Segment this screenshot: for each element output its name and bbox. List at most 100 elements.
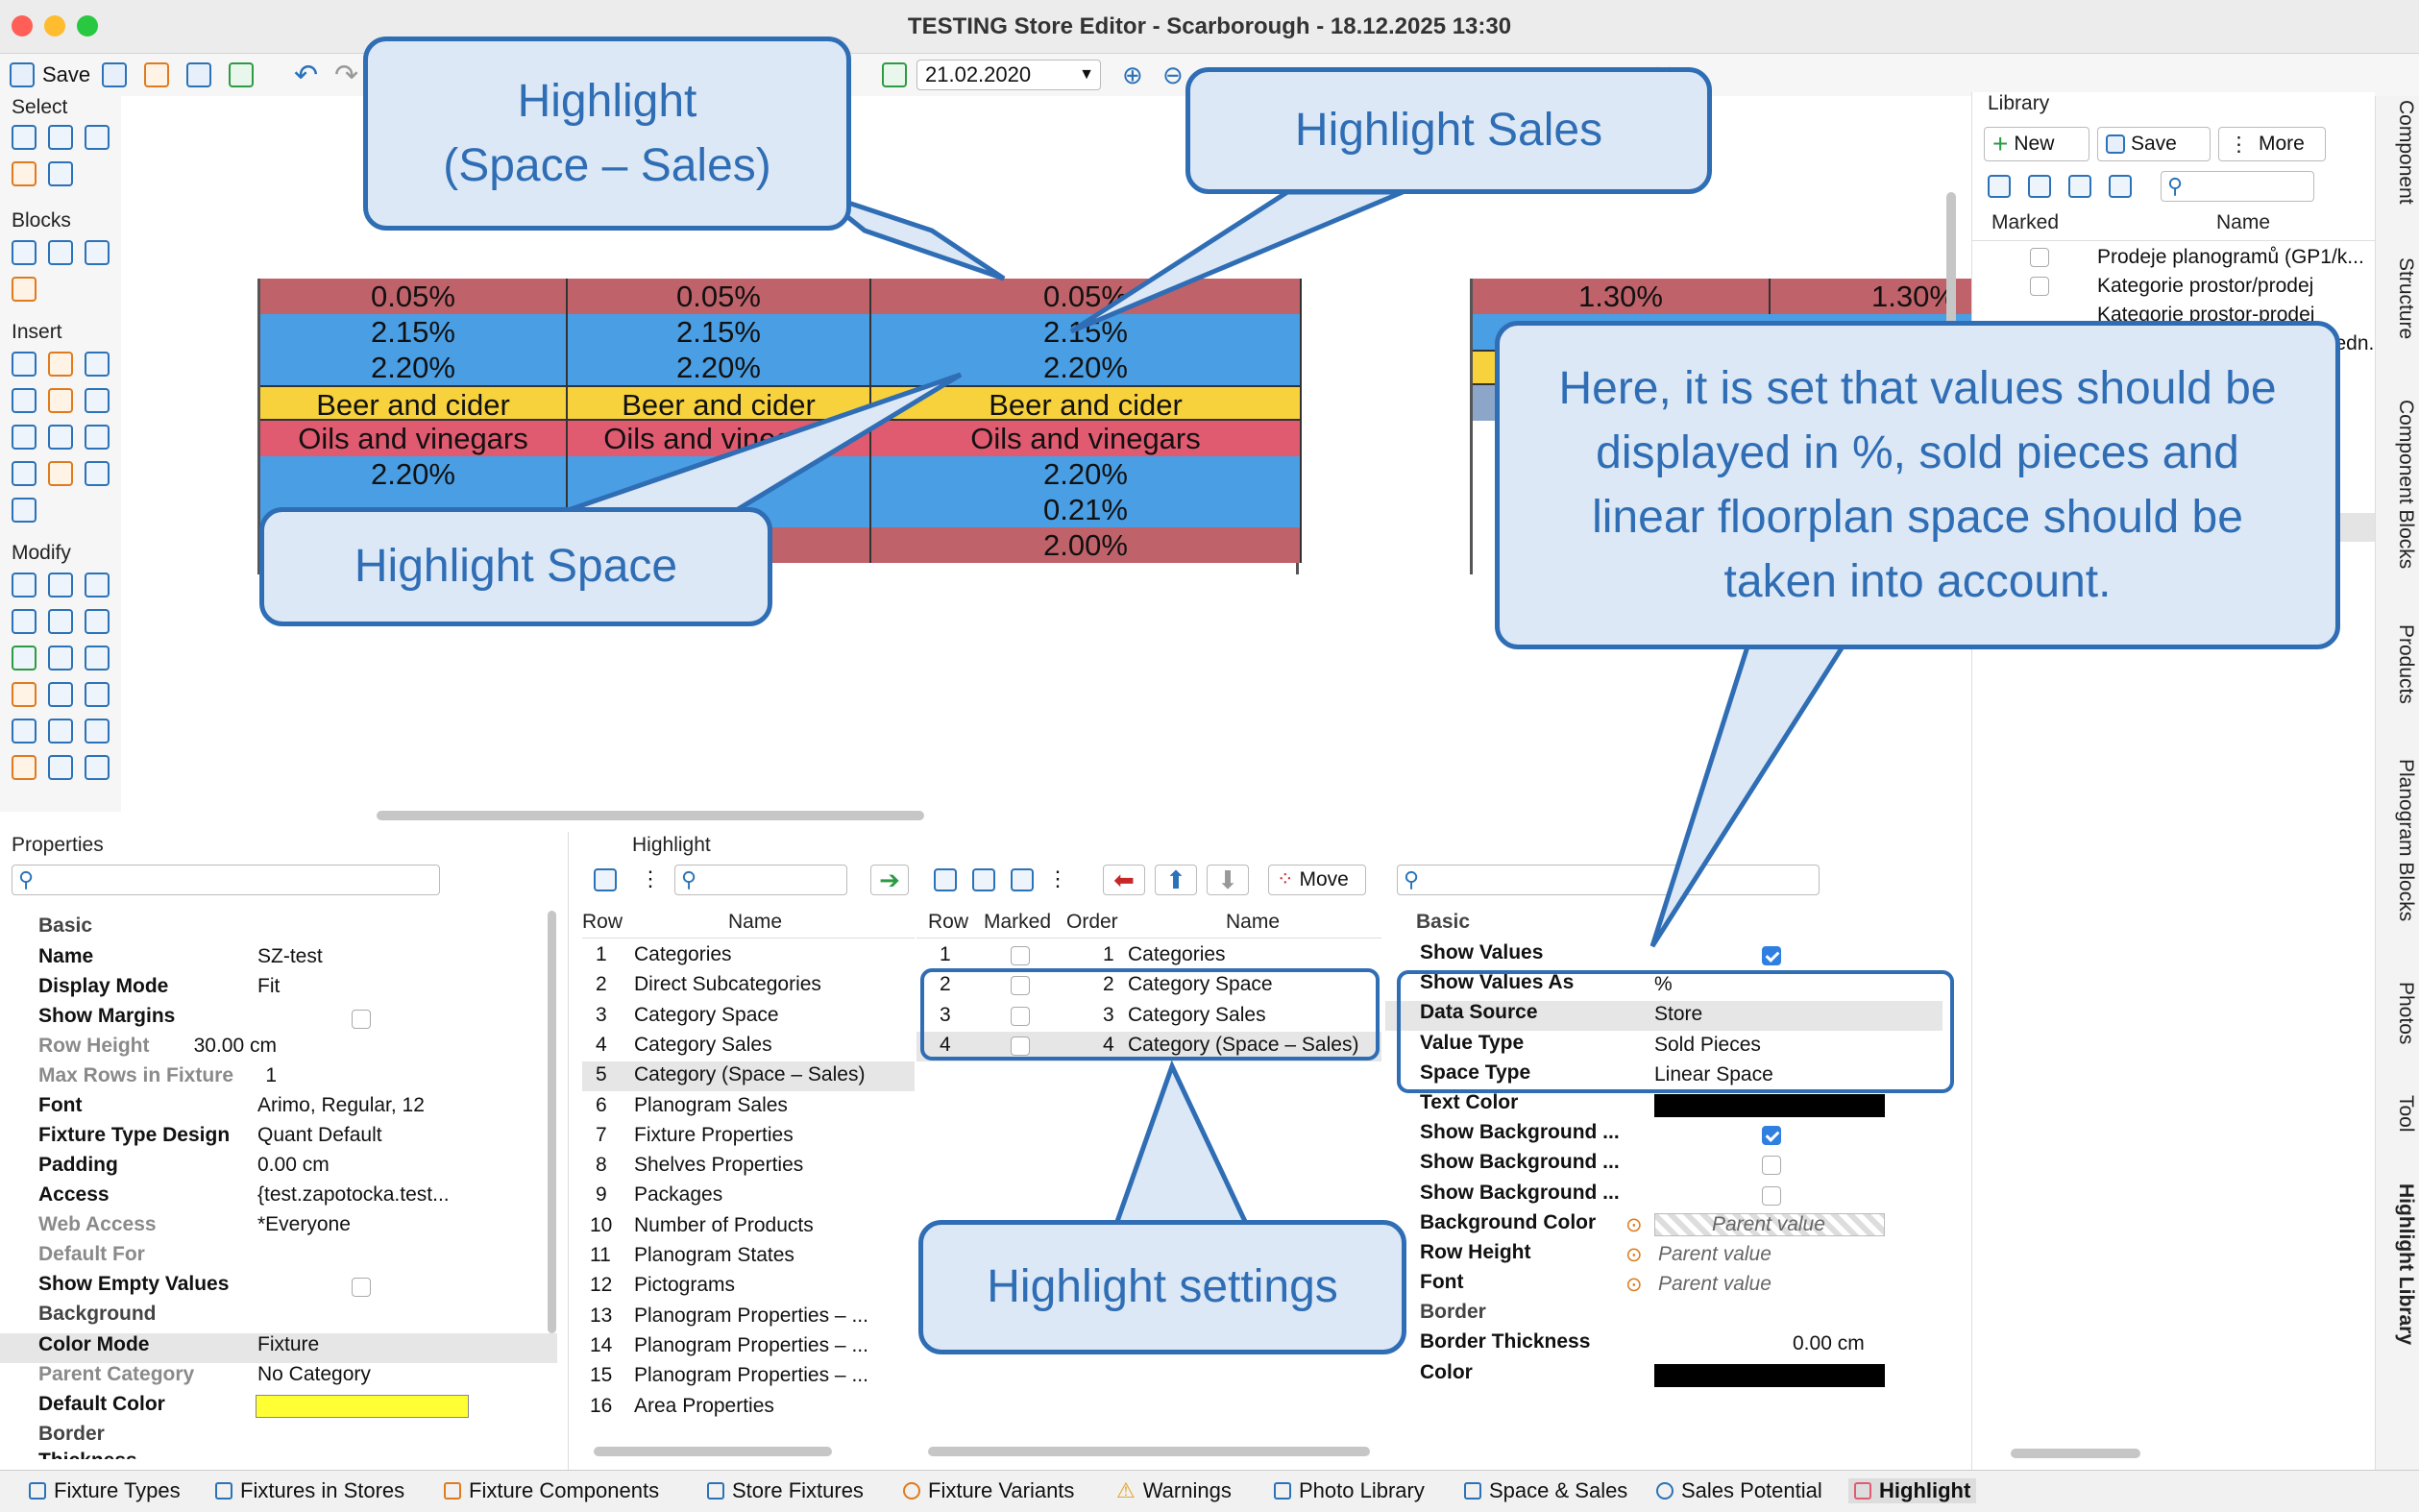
setting-row[interactable]: Color bbox=[1385, 1361, 1943, 1391]
canvas-h-scrollbar[interactable] bbox=[377, 811, 924, 820]
line-icon[interactable] bbox=[12, 461, 37, 486]
checkbox[interactable] bbox=[1762, 1185, 1781, 1206]
insert-fixture-icon[interactable] bbox=[12, 388, 37, 413]
layer-icon[interactable] bbox=[12, 161, 37, 186]
store-icon[interactable] bbox=[186, 62, 211, 87]
magic-wand-icon[interactable] bbox=[48, 161, 73, 186]
setting-row[interactable]: Border Thickness 0.00 cm bbox=[1385, 1330, 1943, 1360]
highlight-search-input[interactable]: ⚲ bbox=[674, 865, 847, 895]
svg-icon[interactable] bbox=[12, 498, 37, 523]
add-to-marked-button[interactable]: ➔ bbox=[870, 865, 909, 895]
block-add-icon[interactable] bbox=[12, 240, 37, 265]
remove-button[interactable]: ⬅ bbox=[1103, 865, 1145, 895]
more-button[interactable]: ⋮ More bbox=[2218, 127, 2326, 161]
paste-icon[interactable] bbox=[1011, 868, 1034, 891]
block-stack-icon[interactable] bbox=[48, 240, 73, 265]
tab-sales-potential[interactable]: Sales Potential bbox=[1656, 1478, 1822, 1503]
tab-planogram-blocks[interactable]: Planogram Blocks bbox=[2379, 759, 2417, 921]
undo-icon[interactable]: ↶ bbox=[294, 60, 318, 91]
highlight-list-item[interactable]: 11 Planogram States bbox=[582, 1242, 915, 1272]
highlight-list-item[interactable]: 5 Category (Space – Sales) bbox=[582, 1061, 915, 1092]
redo-icon[interactable]: ↷ bbox=[334, 60, 358, 91]
copy-icon[interactable] bbox=[102, 62, 127, 87]
property-row[interactable]: Name SZ-test bbox=[0, 945, 557, 975]
highlight-list-item[interactable]: 8 Shelves Properties bbox=[582, 1152, 915, 1182]
pdf-icon[interactable] bbox=[48, 461, 73, 486]
move-up-button[interactable]: ⬆ bbox=[1155, 865, 1197, 895]
tab-structure[interactable]: Structure bbox=[2379, 257, 2417, 339]
table-icon[interactable] bbox=[2109, 175, 2132, 198]
property-row[interactable]: Show Margins bbox=[0, 1005, 557, 1035]
property-row[interactable]: Max Rows in Fixture 1 bbox=[0, 1064, 557, 1094]
property-row[interactable]: Parent Category No Category bbox=[0, 1363, 557, 1393]
insert-tag-icon[interactable] bbox=[48, 352, 73, 377]
library-row[interactable]: Prodeje planogramů (GP1/k... bbox=[1972, 244, 2376, 274]
copy-icon[interactable] bbox=[972, 868, 995, 891]
setting-row[interactable]: Row Height ⊙ Parent value bbox=[1385, 1241, 1943, 1271]
property-row[interactable]: Fixture Type Design Quant Default bbox=[0, 1124, 557, 1154]
properties-search-input[interactable]: ⚲ bbox=[12, 865, 440, 895]
tab-photos[interactable]: Photos bbox=[2379, 982, 2417, 1044]
mark-all-icon[interactable] bbox=[1988, 175, 2011, 198]
highlight-list-item[interactable]: 15 Planogram Properties – ... bbox=[582, 1362, 915, 1392]
property-row[interactable]: Default Color bbox=[0, 1393, 557, 1423]
section-basic[interactable]: Basic bbox=[38, 915, 92, 938]
tab-photo-library[interactable]: Photo Library bbox=[1274, 1478, 1425, 1503]
merge-icon[interactable] bbox=[48, 755, 73, 780]
block-grid-icon[interactable] bbox=[12, 277, 37, 302]
move-down-button[interactable]: ⬇ bbox=[1207, 865, 1249, 895]
tab-products[interactable]: Products bbox=[2379, 624, 2417, 704]
align-center-icon[interactable] bbox=[12, 719, 37, 744]
insert-box-icon[interactable] bbox=[48, 388, 73, 413]
block-move-icon[interactable] bbox=[85, 240, 110, 265]
table-icon[interactable] bbox=[594, 868, 617, 891]
marked-checkbox[interactable] bbox=[2030, 277, 2049, 296]
rotate-icon[interactable] bbox=[48, 609, 73, 634]
insert-shelf-icon[interactable] bbox=[12, 352, 37, 377]
section-border[interactable]: Border bbox=[38, 1423, 105, 1446]
text-color-swatch[interactable] bbox=[1654, 1094, 1885, 1117]
align-right-icon[interactable] bbox=[85, 682, 110, 707]
split-icon[interactable] bbox=[48, 719, 73, 744]
tab-fixture-variants[interactable]: Fixture Variants bbox=[903, 1478, 1074, 1503]
highlight-list-item[interactable]: 13 Planogram Properties – ... bbox=[582, 1303, 915, 1332]
tab-space-sales[interactable]: Space & Sales bbox=[1464, 1478, 1627, 1503]
target-icon[interactable] bbox=[85, 125, 110, 150]
checkbox[interactable] bbox=[1762, 946, 1781, 965]
setting-row[interactable]: Show Background ... bbox=[1385, 1121, 1943, 1151]
highlight-list-item[interactable]: 9 Packages bbox=[582, 1182, 915, 1211]
mirror-icon[interactable] bbox=[12, 682, 37, 707]
pin-add-icon[interactable] bbox=[229, 62, 254, 87]
setting-row[interactable]: Background Color ⊙ Parent value bbox=[1385, 1211, 1943, 1241]
select-area-icon[interactable] bbox=[48, 125, 73, 150]
setting-row[interactable]: Text Color bbox=[1385, 1091, 1943, 1121]
insert-text-icon[interactable] bbox=[85, 388, 110, 413]
checkbox[interactable] bbox=[1762, 1156, 1781, 1176]
tab-fixtures-in-stores[interactable]: Fixtures in Stores bbox=[215, 1478, 404, 1503]
tab-component-blocks[interactable]: Component Blocks bbox=[2379, 400, 2417, 569]
group-icon[interactable] bbox=[12, 573, 37, 597]
date-select[interactable]: 21.02.2020 ▼ bbox=[916, 60, 1101, 90]
property-row[interactable]: Default For bbox=[0, 1243, 557, 1273]
checkbox[interactable] bbox=[1762, 1126, 1781, 1146]
highlight-list-item[interactable]: 16 Area Properties bbox=[582, 1393, 915, 1423]
property-row[interactable]: Thickness bbox=[0, 1450, 557, 1459]
tab-highlight-library[interactable]: Highlight Library bbox=[2379, 1183, 2417, 1345]
highlight-list-item[interactable]: 14 Planogram Properties – ... bbox=[582, 1332, 915, 1362]
calculator-icon[interactable] bbox=[48, 425, 73, 450]
property-row[interactable]: Font Arimo, Regular, 12 bbox=[0, 1094, 557, 1124]
layers-icon[interactable] bbox=[882, 62, 907, 87]
property-row[interactable]: Row Height 30.00 cm bbox=[0, 1035, 557, 1064]
marked-list-item[interactable]: 1 1 Categories bbox=[916, 941, 1381, 971]
highlight-list-item[interactable]: 2 Direct Subcategories bbox=[582, 971, 915, 1001]
new-button[interactable]: + New bbox=[1984, 127, 2089, 161]
table-icon[interactable] bbox=[85, 425, 110, 450]
arrange-icon[interactable] bbox=[85, 719, 110, 744]
highlight-list-item[interactable]: 6 Planogram Sales bbox=[582, 1092, 915, 1122]
more-vertical-icon[interactable]: ⋮ bbox=[1047, 866, 1068, 891]
more-vertical-icon[interactable]: ⋮ bbox=[640, 866, 661, 891]
property-row[interactable]: Show Empty Values bbox=[0, 1273, 557, 1303]
border-color-swatch[interactable] bbox=[1654, 1363, 1885, 1387]
library-h-scrollbar[interactable] bbox=[2011, 1449, 2140, 1458]
measure-icon[interactable] bbox=[85, 755, 110, 780]
